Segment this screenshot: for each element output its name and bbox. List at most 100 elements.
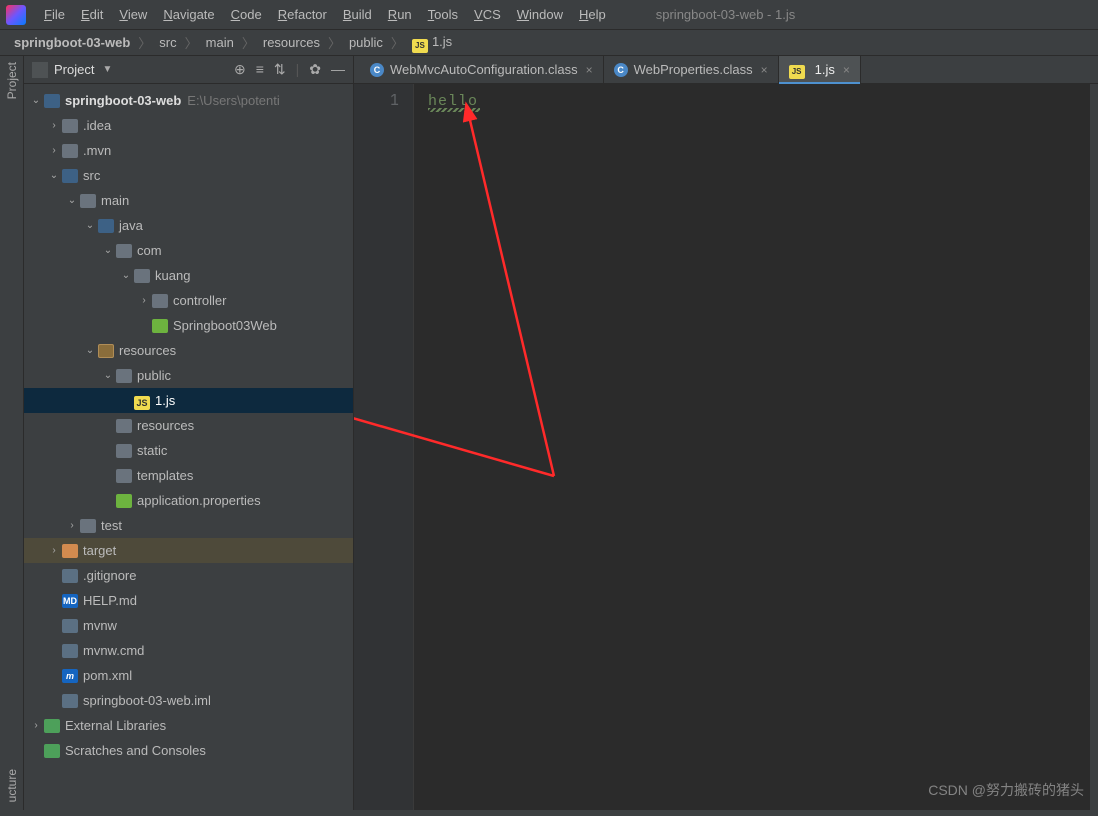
tree-label: main (101, 193, 129, 208)
tree-node[interactable]: ›target (24, 538, 353, 563)
menu-build[interactable]: Build (335, 4, 380, 25)
tab-label: WebMvcAutoConfiguration.class (390, 62, 578, 77)
folder-src-icon (98, 219, 114, 233)
tree-label: 1.js (155, 393, 175, 408)
menu-help[interactable]: Help (571, 4, 614, 25)
tree-node[interactable]: ›External Libraries (24, 713, 353, 738)
editor-tab[interactable]: JS1.js× (779, 56, 861, 83)
locate-icon[interactable]: ⊕ (234, 61, 246, 78)
tree-label: target (83, 543, 116, 558)
chevron-right-icon: › (48, 145, 60, 156)
chevron-right-icon: 〉 (242, 33, 255, 52)
tree-node[interactable]: ›controller (24, 288, 353, 313)
chevron-down-icon: ⌄ (102, 245, 114, 256)
spring-icon (116, 494, 132, 508)
tree-node[interactable]: ⌄src (24, 163, 353, 188)
tree-node[interactable]: ⌄springboot-03-webE:\Users\potenti (24, 88, 353, 113)
chevron-down-icon: ⌄ (120, 270, 132, 281)
library-icon (44, 744, 60, 758)
editor-tab[interactable]: CWebMvcAutoConfiguration.class× (360, 56, 604, 83)
menu-edit[interactable]: Edit (73, 4, 111, 25)
tree-node[interactable]: JS1.js (24, 388, 353, 413)
project-tool-tab[interactable]: Project (5, 62, 19, 99)
folder-icon (80, 519, 96, 533)
close-icon[interactable]: × (843, 63, 850, 77)
tree-node[interactable]: static (24, 438, 353, 463)
breadcrumb-item[interactable]: resources (259, 33, 324, 52)
folder-icon (116, 244, 132, 258)
tree-node[interactable]: ⌄main (24, 188, 353, 213)
editor-area: CWebMvcAutoConfiguration.class×CWebPrope… (354, 56, 1098, 810)
tree-node[interactable]: application.properties (24, 488, 353, 513)
tree-node[interactable]: mvnw (24, 613, 353, 638)
menu-refactor[interactable]: Refactor (270, 4, 335, 25)
editor-body[interactable]: 1 hello (354, 84, 1098, 810)
tree-node[interactable]: ›.idea (24, 113, 353, 138)
project-sidebar: Project ▼ ⊕ ≡ ⇅ | ✿ — ⌄springboot-03-web… (24, 56, 354, 810)
menu-tools[interactable]: Tools (420, 4, 466, 25)
tree-label: templates (137, 468, 193, 483)
spellcheck-squiggle-icon (428, 108, 480, 112)
main-layout: Project ucture Project ▼ ⊕ ≡ ⇅ | ✿ — ⌄sp… (0, 56, 1098, 810)
project-panel-icon (32, 62, 48, 78)
tree-node[interactable]: ⌄kuang (24, 263, 353, 288)
gear-icon[interactable]: ✿ (309, 61, 321, 78)
folder-icon (152, 294, 168, 308)
tree-node[interactable]: › test (24, 513, 353, 538)
chevron-right-icon: › (30, 720, 42, 731)
tree-node[interactable]: mvnw.cmd (24, 638, 353, 663)
project-tree[interactable]: ⌄springboot-03-webE:\Users\potenti›.idea… (24, 84, 353, 810)
tree-node[interactable]: ⌄com (24, 238, 353, 263)
menubar: FileEditViewNavigateCodeRefactorBuildRun… (0, 0, 1098, 30)
breadcrumb-item[interactable]: public (345, 33, 387, 52)
tree-node[interactable]: ⌄java (24, 213, 353, 238)
chevron-down-icon: ⌄ (48, 170, 60, 181)
breadcrumb-item[interactable]: JS1.js (408, 32, 456, 53)
tree-node[interactable]: Scratches and Consoles (24, 738, 353, 763)
menu-window[interactable]: Window (509, 4, 571, 25)
collapse-all-icon[interactable]: ⇅ (274, 61, 286, 78)
tree-node[interactable]: ⌄public (24, 363, 353, 388)
tree-node[interactable]: resources (24, 413, 353, 438)
menu-navigate[interactable]: Navigate (155, 4, 222, 25)
divider: | (296, 61, 300, 78)
tree-node[interactable]: .gitignore (24, 563, 353, 588)
tree-node[interactable]: springboot-03-web.iml (24, 688, 353, 713)
breadcrumb-item[interactable]: main (202, 33, 238, 52)
menu-code[interactable]: Code (223, 4, 270, 25)
file-icon (62, 694, 78, 708)
tree-node[interactable]: MDHELP.md (24, 588, 353, 613)
file-icon (62, 619, 78, 633)
structure-tool-tab[interactable]: ucture (5, 769, 19, 802)
folder-icon (134, 269, 150, 283)
menu-view[interactable]: View (111, 4, 155, 25)
tree-label: test (101, 518, 122, 533)
code-area[interactable]: hello (414, 84, 478, 810)
editor-tab[interactable]: CWebProperties.class× (604, 56, 779, 83)
close-icon[interactable]: × (586, 63, 593, 77)
left-tool-gutter: Project ucture (0, 56, 24, 810)
tree-label: springboot-03-web (65, 93, 181, 108)
breadcrumb-item[interactable]: src (155, 33, 180, 52)
project-panel-title[interactable]: Project (54, 62, 94, 77)
tree-node[interactable]: mpom.xml (24, 663, 353, 688)
tree-node[interactable]: ›.mvn (24, 138, 353, 163)
dropdown-caret-icon[interactable]: ▼ (102, 64, 112, 75)
close-icon[interactable]: × (761, 63, 768, 77)
breadcrumb-item[interactable]: springboot-03-web (10, 33, 134, 52)
hide-icon[interactable]: — (331, 61, 345, 78)
menu-run[interactable]: Run (380, 4, 420, 25)
folder-o-icon (62, 544, 78, 558)
folder-icon (62, 119, 78, 133)
expand-all-icon[interactable]: ≡ (256, 61, 264, 78)
tree-node[interactable]: Springboot03Web (24, 313, 353, 338)
file-icon (62, 569, 78, 583)
chevron-right-icon: › (138, 295, 150, 306)
tree-label: public (137, 368, 171, 383)
tree-node[interactable]: ⌄resources (24, 338, 353, 363)
menu-vcs[interactable]: VCS (466, 4, 509, 25)
chevron-right-icon: › (66, 520, 78, 531)
tree-node[interactable]: templates (24, 463, 353, 488)
menu-file[interactable]: File (36, 4, 73, 25)
tree-label: .idea (83, 118, 111, 133)
